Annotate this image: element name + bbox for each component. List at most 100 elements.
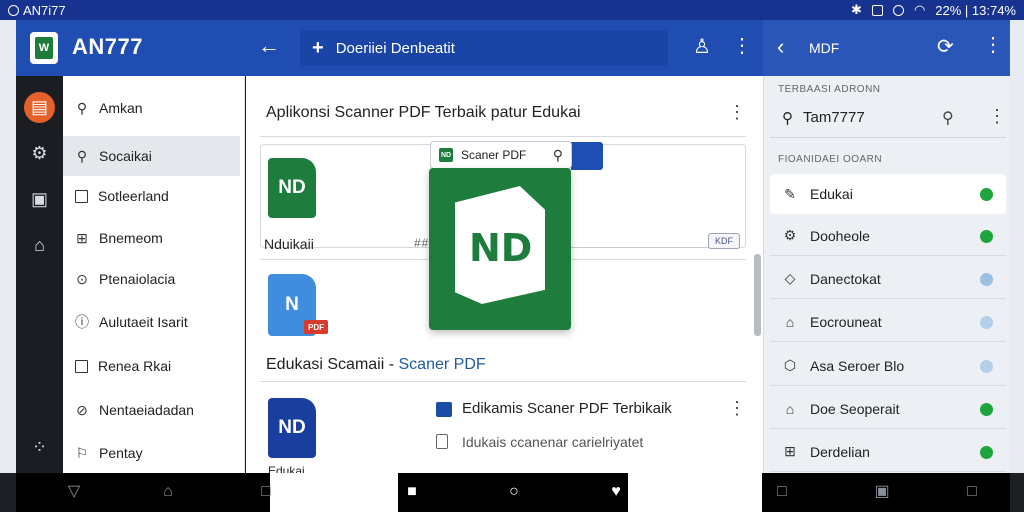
drawer-item-label: Sotleerland: [98, 188, 169, 204]
status-right-text: 22% | 13:74%: [935, 2, 1016, 18]
drawer-item-2[interactable]: ⚲ Socaikai: [63, 136, 240, 176]
home-circle-icon[interactable]: ○: [504, 482, 524, 502]
account-icon[interactable]: ♙: [692, 34, 712, 58]
drawer-item-9[interactable]: ⚐ Pentay: [63, 433, 240, 473]
bookmark-icon: ⌂: [785, 400, 795, 417]
status-dot: [980, 360, 993, 373]
drawer-item-label: Bnemeom: [99, 230, 163, 246]
right-list-item[interactable]: ⌂ Doe Seoperait: [770, 389, 1006, 429]
help-icon: ⊘: [76, 401, 88, 418]
pin-icon: ⚐: [75, 444, 89, 461]
drawer-item-1[interactable]: ⚲ Amkan: [63, 88, 240, 128]
drawer-item-label: Aulutaeit Isarit: [99, 314, 188, 330]
right-more-vert-icon[interactable]: ⋮: [983, 32, 1003, 57]
right-list-item[interactable]: ⬡ Asa Seroer Blo: [770, 346, 1006, 386]
status-left-text: AN7i77: [23, 2, 66, 18]
home-icon[interactable]: ⌂: [24, 230, 55, 261]
nav-segment: [628, 473, 762, 512]
add-icon[interactable]: +: [312, 37, 324, 60]
nav-rail: ▤ ⚙ ▣ ⌂ ⁘: [16, 76, 63, 473]
right-list-item[interactable]: ⌂ Eocrouneat: [770, 302, 1006, 342]
grid-icon: ⊞: [784, 443, 796, 459]
pin-icon[interactable]: ⚲: [942, 108, 954, 128]
app-header: W AN777 ← + Doeriiei Denbeatit ♙ ⋮ ‹ MDF…: [16, 20, 1010, 76]
divider: [260, 381, 746, 382]
drawer-item-label: Reneа Rkai: [98, 358, 172, 374]
document-green-icon[interactable]: ND: [268, 158, 316, 218]
more-vert-icon[interactable]: ⋮: [728, 102, 746, 123]
back-arrow-icon[interactable]: ←: [258, 34, 280, 58]
search-icon[interactable]: ⚲: [553, 147, 563, 164]
pdf-chip[interactable]: KDF: [708, 233, 740, 249]
scanner-app-popup[interactable]: ND: [429, 168, 571, 330]
scanner-search-chip[interactable]: ND Scaner PDF ⚲: [431, 142, 571, 168]
status-dot: [980, 230, 993, 243]
right-list-label: Asa Seroer Blo: [810, 357, 905, 374]
status-dot: [980, 403, 993, 416]
chevron-left-icon[interactable]: ‹: [777, 34, 784, 60]
back-triangle-icon[interactable]: ▽: [64, 482, 84, 502]
document-icon: [436, 434, 448, 449]
settings-icon: ⚙: [783, 227, 797, 243]
scrollbar-thumb[interactable]: [754, 254, 761, 336]
right-list-label: Eocrouneat: [810, 313, 882, 330]
status-dot: [980, 446, 993, 459]
alarm-icon: [892, 4, 904, 16]
right-list-label: Edukai: [810, 186, 853, 202]
drawer-item-6[interactable]: ⓘ Aulutaeit Isarit: [63, 302, 240, 342]
search-bar-text: Doeriiei Denbeatit: [335, 39, 455, 57]
more-vert-icon[interactable]: ⋮: [732, 32, 752, 60]
nav-drawer: ⚲ Amkan ⚲ Socaikai Sotleerland ⊞ Bnemeom…: [63, 76, 245, 473]
hexagon-icon: ⬡: [783, 357, 797, 373]
system-nav-bar: ▽ ⌂ □ ■ ○ ♥ □ ▣ □: [16, 473, 1010, 512]
right-search-field[interactable]: ⚲ Tam7777 ⚲ ⋮: [770, 98, 1006, 138]
documents-icon[interactable]: ▤: [24, 92, 55, 123]
drawer-item-label: Pentay: [99, 445, 143, 461]
drawer-item-8[interactable]: ⊘ Nentaeiadadan: [63, 390, 240, 430]
right-list-item[interactable]: ⊞ Derdelian: [770, 432, 1006, 472]
apps-icon[interactable]: ⁘: [24, 432, 55, 463]
right-list-item[interactable]: ⚙ Dooheole: [770, 216, 1006, 256]
edit-icon: ✎: [784, 185, 796, 202]
settings-icon[interactable]: ⚙: [24, 138, 55, 169]
drawer-item-5[interactable]: ⊙ Ptenaiolacia: [63, 259, 240, 299]
search-icon: ⚲: [782, 109, 793, 127]
recents-square-icon[interactable]: □: [772, 482, 792, 502]
square-icon[interactable]: ▣: [872, 482, 892, 502]
pdf-badge: PDF: [304, 320, 328, 334]
refresh-icon[interactable]: ⟳: [937, 34, 954, 59]
document-navy-icon[interactable]: ND: [268, 398, 316, 458]
drawer-item-3[interactable]: Sotleerland: [63, 176, 240, 216]
section-label: TERBAASI ADRONN: [778, 84, 881, 95]
right-list-item[interactable]: ✎ Edukai: [770, 174, 1006, 214]
app-logo-icon: W: [30, 32, 58, 64]
drawer-item-label: Ptenaiolacia: [99, 271, 176, 287]
circle-icon: ⊙: [76, 270, 88, 287]
square-icon[interactable]: ■: [402, 482, 422, 502]
scanner-logo-icon: ND: [439, 148, 453, 162]
bluetooth-icon: ✱: [851, 2, 862, 17]
frame-edge-left: [0, 20, 16, 473]
drawer-item-4[interactable]: ⊞ Bnemeom: [63, 218, 240, 258]
more-vert-icon[interactable]: ⋮: [988, 106, 1006, 127]
save-icon[interactable]: ▣: [24, 184, 55, 215]
right-list-label: Dooheole: [810, 227, 870, 244]
square-icon[interactable]: □: [962, 482, 982, 502]
result-title[interactable]: Edikamis Scaner PDF Terbikaik: [462, 400, 672, 417]
home-icon[interactable]: ⌂: [158, 482, 178, 502]
search-bar[interactable]: + Doeriiei Denbeatit: [300, 30, 668, 66]
heart-icon[interactable]: ♥: [606, 482, 626, 502]
app-title: AN777: [72, 34, 143, 59]
app-indicator-icon: [8, 4, 19, 16]
drawer-item-7[interactable]: Reneа Rkai: [63, 346, 240, 386]
more-vert-icon[interactable]: ⋮: [728, 398, 746, 419]
right-header: ‹ MDF ⟳ ⋮: [763, 20, 1010, 76]
right-list-item[interactable]: ◇ Danectokat: [770, 259, 1006, 299]
search-icon: ⚲: [76, 147, 88, 164]
section-label: FIOANIDAEI OOARN: [778, 154, 883, 165]
chip-text: Scaner PDF: [461, 148, 527, 162]
recents-square-icon[interactable]: □: [256, 482, 276, 502]
drawer-item-label: Nentaeiadadan: [99, 402, 194, 418]
drawer-item-label: Socaikai: [99, 148, 152, 164]
status-bar: AN7i77 ✱ ◠ 22% | 13:74%: [0, 0, 1024, 20]
